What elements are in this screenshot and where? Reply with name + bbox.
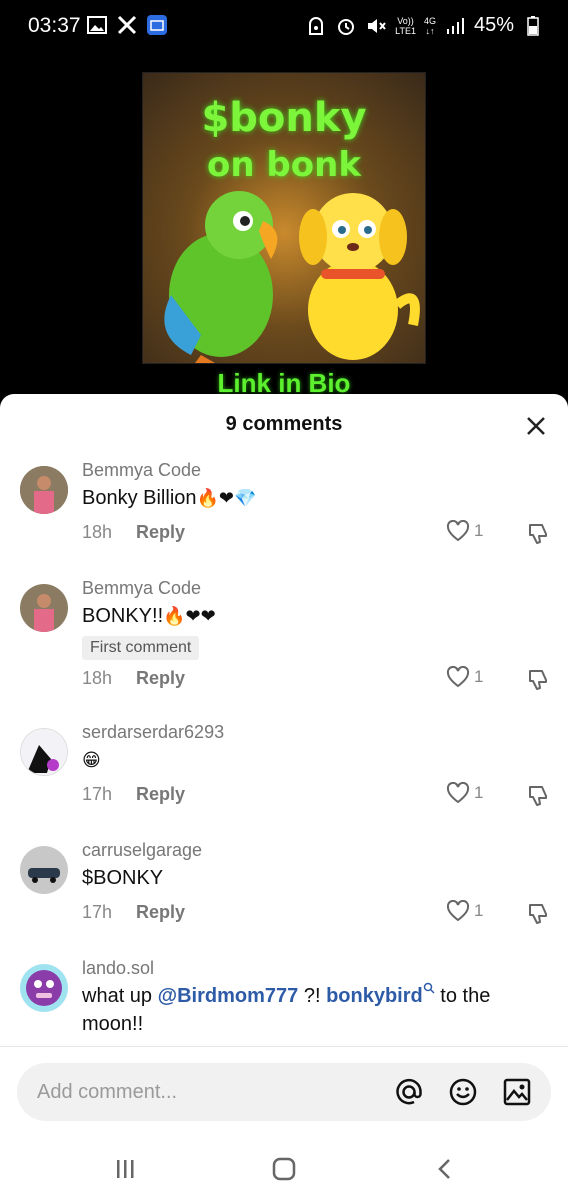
close-comments-button[interactable] <box>524 414 548 438</box>
x-app-icon <box>116 14 138 36</box>
avatar[interactable] <box>20 964 68 1012</box>
emoji-group: 🔥❤💎 <box>196 488 257 509</box>
reply-button[interactable]: Reply <box>136 668 185 689</box>
battery-icon <box>522 15 544 37</box>
dislike-button[interactable] <box>526 668 550 692</box>
home-button[interactable] <box>269 1154 299 1184</box>
image-button[interactable] <box>501 1076 533 1108</box>
poster-title-line2: on bonk <box>207 145 361 185</box>
home-icon <box>272 1157 296 1181</box>
recents-icon <box>117 1160 134 1178</box>
tv-app-icon <box>146 14 168 36</box>
comment-text: $BONKY <box>82 867 164 889</box>
like-button[interactable]: 1 <box>446 900 483 922</box>
avatar[interactable] <box>20 846 68 894</box>
gallery-icon <box>86 14 108 36</box>
avatar[interactable] <box>20 728 68 776</box>
comment-meta: 18h Reply <box>82 522 185 543</box>
video-player[interactable]: $bonky on bonk Link in Bio <box>0 56 568 396</box>
first-comment-badge: First comment <box>82 636 200 660</box>
mention-button[interactable] <box>393 1076 425 1108</box>
comment-username[interactable]: Bemmya Code <box>82 578 201 599</box>
status-time: 03:37 <box>28 14 81 37</box>
at-icon <box>396 1078 422 1105</box>
comment-username[interactable]: lando.sol <box>82 958 154 979</box>
comment-text: what up @Birdmom777 ?! bonkybird to the … <box>82 982 522 1038</box>
thumbs-down-icon <box>529 524 547 544</box>
volte-indicator: Vo)) LTE1 <box>395 15 416 36</box>
system-nav-bar <box>0 1134 568 1199</box>
like-count: 1 <box>474 783 484 802</box>
like-count: 1 <box>474 667 484 686</box>
like-count: 1 <box>474 521 484 540</box>
signal-icon <box>444 15 466 37</box>
comment-meta: 17h Reply <box>82 902 185 923</box>
like-button[interactable]: 1 <box>446 782 483 804</box>
alarm-icon <box>335 15 357 37</box>
close-icon <box>527 417 545 435</box>
comment-meta: 17h Reply <box>82 784 185 805</box>
heart-outline-icon <box>446 900 470 922</box>
smiley-icon <box>449 1078 477 1106</box>
comment-list[interactable]: Bemmya Code Bonky Billion🔥❤💎 18h Reply 1… <box>0 454 568 1052</box>
data-saver-icon <box>305 15 327 37</box>
dislike-button[interactable] <box>526 784 550 808</box>
status-right: Vo)) LTE1 4G ↓↑ 45% <box>305 14 544 37</box>
comment-time: 17h <box>82 784 113 804</box>
dog-illustration <box>299 193 420 360</box>
comment-time: 17h <box>82 902 113 922</box>
heart-outline-icon <box>446 782 470 804</box>
dislike-button[interactable] <box>526 522 550 546</box>
avatar[interactable] <box>20 584 68 632</box>
heart-outline-icon <box>446 666 470 688</box>
poster-title-line1: $bonky <box>201 95 367 141</box>
comment-time: 18h <box>82 522 113 542</box>
thumbs-down-icon <box>529 904 547 924</box>
emoji-button[interactable] <box>447 1076 479 1108</box>
grin-emoji: 😁 <box>82 750 101 771</box>
search-link[interactable]: bonkybird <box>326 982 435 1007</box>
comment-text: 😁 <box>82 746 522 775</box>
reply-button[interactable]: Reply <box>136 902 185 923</box>
like-button[interactable]: 1 <box>446 666 483 688</box>
divider <box>0 1046 568 1052</box>
network-type: 4G ↓↑ <box>423 15 436 36</box>
like-button[interactable]: 1 <box>446 520 483 542</box>
comment-text: Bonky Billion🔥❤💎 <box>82 487 257 509</box>
comment-text: BONKY!!🔥❤❤ <box>82 605 216 627</box>
like-count: 1 <box>474 901 484 920</box>
comment-username[interactable]: carruselgarage <box>82 840 202 861</box>
mention-link[interactable]: @Birdmom777 <box>158 985 299 1007</box>
comment-count: 9 comments <box>225 413 343 435</box>
thumbs-down-icon <box>529 786 547 806</box>
heart-outline-icon <box>446 520 470 542</box>
reply-button[interactable]: Reply <box>136 784 185 805</box>
mute-icon <box>365 15 387 37</box>
comments-sheet: 9 comments Bemmya Code Bonky Billion🔥❤💎 … <box>0 394 568 1199</box>
link-in-bio-text: Link in Bio <box>217 368 351 396</box>
comment-input-placeholder: Add comment... <box>37 1081 178 1103</box>
dislike-button[interactable] <box>526 902 550 926</box>
input-actions <box>393 1076 533 1108</box>
battery-percent: 45% <box>473 14 514 36</box>
comment-time: 18h <box>82 668 113 688</box>
parrot-illustration <box>164 191 278 363</box>
search-icon <box>423 982 435 994</box>
video-frame-image: $bonky on bonk <box>142 72 426 364</box>
image-icon <box>503 1078 531 1106</box>
comment-input[interactable]: Add comment... <box>17 1063 551 1121</box>
emoji-group: 🔥❤❤ <box>163 606 216 627</box>
thumbs-down-icon <box>529 670 547 690</box>
notification-icons <box>86 14 168 36</box>
comment-meta: 18h Reply <box>82 668 185 689</box>
status-bar: 03:37 Vo)) LTE1 4G ↓↑ 45% <box>0 0 568 56</box>
back-button[interactable] <box>430 1154 460 1184</box>
reply-button[interactable]: Reply <box>136 522 185 543</box>
comments-header: 9 comments <box>0 394 568 454</box>
comment-username[interactable]: Bemmya Code <box>82 460 201 481</box>
avatar[interactable] <box>20 466 68 514</box>
back-icon <box>438 1159 450 1179</box>
recents-button[interactable] <box>110 1154 140 1184</box>
comment-username[interactable]: serdarserdar6293 <box>82 722 224 743</box>
